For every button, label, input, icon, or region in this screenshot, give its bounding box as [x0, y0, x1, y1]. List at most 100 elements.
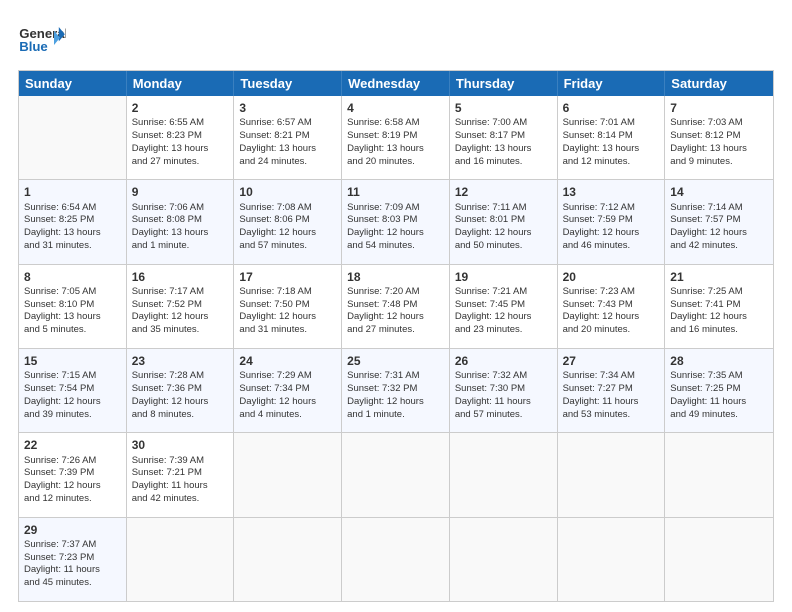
calendar-cell: 13 Sunrise: 7:12 AM Sunset: 7:59 PM Dayli…: [558, 180, 666, 263]
calendar-cell: 21Sunrise: 7:25 AM Sunset: 7:41 PM Dayli…: [665, 265, 773, 348]
calendar-row-1: 2Sunrise: 6:55 AM Sunset: 8:23 PM Daylig…: [19, 96, 773, 180]
day-number: 15: [24, 353, 121, 369]
page: General Blue SundayMondayTuesdayWednesda…: [0, 0, 792, 612]
day-info: Sunrise: 7:14 AM Sunset: 7:57 PM Dayligh…: [670, 202, 747, 251]
calendar-cell: 2Sunrise: 6:55 AM Sunset: 8:23 PM Daylig…: [127, 96, 235, 179]
calendar-row-3: 8Sunrise: 7:05 AM Sunset: 8:10 PM Daylig…: [19, 265, 773, 349]
calendar-cell: 30 Sunrise: 7:39 AM Sunset: 7:21 PM Dayli…: [127, 433, 235, 516]
day-number: 9: [132, 184, 229, 200]
day-number: 7: [670, 100, 768, 116]
header-cell-monday: Monday: [127, 71, 235, 96]
calendar-cell: 15Sunrise: 7:15 AM Sunset: 7:54 PM Dayli…: [19, 349, 127, 432]
svg-text:Blue: Blue: [19, 39, 48, 54]
calendar-cell: 10Sunrise: 7:08 AM Sunset: 8:06 PM Dayli…: [234, 180, 342, 263]
calendar-cell: 28Sunrise: 7:35 AM Sunset: 7:25 PM Dayli…: [665, 349, 773, 432]
day-number: 3: [239, 100, 336, 116]
day-info: Sunrise: 7:00 AM Sunset: 8:17 PM Dayligh…: [455, 117, 532, 166]
day-number: 23: [132, 353, 229, 369]
day-info: Sunrise: 7:31 AM Sunset: 7:32 PM Dayligh…: [347, 370, 424, 419]
day-number: 30: [132, 437, 229, 453]
day-number: 29: [24, 522, 121, 538]
calendar-cell: 27Sunrise: 7:34 AM Sunset: 7:27 PM Dayli…: [558, 349, 666, 432]
day-info: Sunrise: 7:26 AM Sunset: 7:39 PM Dayligh…: [24, 455, 101, 504]
calendar-cell: 23Sunrise: 7:28 AM Sunset: 7:36 PM Dayli…: [127, 349, 235, 432]
calendar-cell: 17Sunrise: 7:18 AM Sunset: 7:50 PM Dayli…: [234, 265, 342, 348]
calendar-row-4: 15Sunrise: 7:15 AM Sunset: 7:54 PM Dayli…: [19, 349, 773, 433]
day-info: Sunrise: 7:12 AM Sunset: 7:59 PM Dayligh…: [563, 202, 640, 251]
header-cell-sunday: Sunday: [19, 71, 127, 96]
calendar-row-5: 22 Sunrise: 7:26 AM Sunset: 7:39 PM Dayli…: [19, 433, 773, 517]
header: General Blue: [18, 18, 774, 60]
day-number: 12: [455, 184, 552, 200]
day-info: Sunrise: 7:28 AM Sunset: 7:36 PM Dayligh…: [132, 370, 209, 419]
day-info: Sunrise: 7:29 AM Sunset: 7:34 PM Dayligh…: [239, 370, 316, 419]
calendar-cell: 14Sunrise: 7:14 AM Sunset: 7:57 PM Dayli…: [665, 180, 773, 263]
calendar-cell: 25Sunrise: 7:31 AM Sunset: 7:32 PM Dayli…: [342, 349, 450, 432]
day-info: Sunrise: 7:01 AM Sunset: 8:14 PM Dayligh…: [563, 117, 640, 166]
calendar-cell: [558, 518, 666, 601]
day-info: Sunrise: 7:23 AM Sunset: 7:43 PM Dayligh…: [563, 286, 640, 335]
day-number: 16: [132, 269, 229, 285]
calendar-cell: 7Sunrise: 7:03 AM Sunset: 8:12 PM Daylig…: [665, 96, 773, 179]
day-info: Sunrise: 7:21 AM Sunset: 7:45 PM Dayligh…: [455, 286, 532, 335]
day-number: 25: [347, 353, 444, 369]
day-number: 24: [239, 353, 336, 369]
day-info: Sunrise: 6:55 AM Sunset: 8:23 PM Dayligh…: [132, 117, 209, 166]
calendar-cell: 20Sunrise: 7:23 AM Sunset: 7:43 PM Dayli…: [558, 265, 666, 348]
day-info: Sunrise: 7:11 AM Sunset: 8:01 PM Dayligh…: [455, 202, 532, 251]
calendar-cell: 29Sunrise: 7:37 AM Sunset: 7:23 PM Dayli…: [19, 518, 127, 601]
day-number: 17: [239, 269, 336, 285]
day-info: Sunrise: 7:35 AM Sunset: 7:25 PM Dayligh…: [670, 370, 746, 419]
day-info: Sunrise: 7:15 AM Sunset: 7:54 PM Dayligh…: [24, 370, 101, 419]
day-number: 26: [455, 353, 552, 369]
header-cell-friday: Friday: [558, 71, 666, 96]
day-number: 21: [670, 269, 768, 285]
calendar-cell: [234, 518, 342, 601]
day-number: 13: [563, 184, 660, 200]
calendar: SundayMondayTuesdayWednesdayThursdayFrid…: [18, 70, 774, 602]
day-number: 4: [347, 100, 444, 116]
day-number: 6: [563, 100, 660, 116]
day-number: 8: [24, 269, 121, 285]
calendar-cell: 26Sunrise: 7:32 AM Sunset: 7:30 PM Dayli…: [450, 349, 558, 432]
day-info: Sunrise: 7:09 AM Sunset: 8:03 PM Dayligh…: [347, 202, 424, 251]
day-info: Sunrise: 7:37 AM Sunset: 7:23 PM Dayligh…: [24, 539, 100, 588]
header-cell-wednesday: Wednesday: [342, 71, 450, 96]
calendar-cell: [127, 518, 235, 601]
header-cell-saturday: Saturday: [665, 71, 773, 96]
calendar-cell: [665, 433, 773, 516]
day-info: Sunrise: 6:57 AM Sunset: 8:21 PM Dayligh…: [239, 117, 316, 166]
header-cell-thursday: Thursday: [450, 71, 558, 96]
day-number: 27: [563, 353, 660, 369]
day-number: 11: [347, 184, 444, 200]
calendar-cell: 12 Sunrise: 7:11 AM Sunset: 8:01 PM Dayli…: [450, 180, 558, 263]
header-cell-tuesday: Tuesday: [234, 71, 342, 96]
day-info: Sunrise: 6:58 AM Sunset: 8:19 PM Dayligh…: [347, 117, 424, 166]
day-number: 2: [132, 100, 229, 116]
calendar-cell: 5Sunrise: 7:00 AM Sunset: 8:17 PM Daylig…: [450, 96, 558, 179]
calendar-cell: 4Sunrise: 6:58 AM Sunset: 8:19 PM Daylig…: [342, 96, 450, 179]
logo: General Blue: [18, 18, 66, 60]
calendar-cell: 8Sunrise: 7:05 AM Sunset: 8:10 PM Daylig…: [19, 265, 127, 348]
day-info: Sunrise: 7:03 AM Sunset: 8:12 PM Dayligh…: [670, 117, 747, 166]
calendar-cell: 3Sunrise: 6:57 AM Sunset: 8:21 PM Daylig…: [234, 96, 342, 179]
day-info: Sunrise: 7:32 AM Sunset: 7:30 PM Dayligh…: [455, 370, 531, 419]
calendar-cell: [558, 433, 666, 516]
day-number: 18: [347, 269, 444, 285]
day-number: 5: [455, 100, 552, 116]
day-info: Sunrise: 7:20 AM Sunset: 7:48 PM Dayligh…: [347, 286, 424, 335]
calendar-row-6: 29Sunrise: 7:37 AM Sunset: 7:23 PM Dayli…: [19, 518, 773, 601]
calendar-cell: [234, 433, 342, 516]
calendar-body: 2Sunrise: 6:55 AM Sunset: 8:23 PM Daylig…: [19, 96, 773, 601]
day-info: Sunrise: 7:17 AM Sunset: 7:52 PM Dayligh…: [132, 286, 209, 335]
day-info: Sunrise: 6:54 AM Sunset: 8:25 PM Dayligh…: [24, 202, 101, 251]
calendar-cell: [450, 433, 558, 516]
day-number: 28: [670, 353, 768, 369]
day-number: 19: [455, 269, 552, 285]
calendar-cell: 16Sunrise: 7:17 AM Sunset: 7:52 PM Dayli…: [127, 265, 235, 348]
calendar-cell: [342, 433, 450, 516]
calendar-cell: 19Sunrise: 7:21 AM Sunset: 7:45 PM Dayli…: [450, 265, 558, 348]
day-info: Sunrise: 7:39 AM Sunset: 7:21 PM Dayligh…: [132, 455, 208, 504]
day-number: 22: [24, 437, 121, 453]
day-info: Sunrise: 7:08 AM Sunset: 8:06 PM Dayligh…: [239, 202, 316, 251]
